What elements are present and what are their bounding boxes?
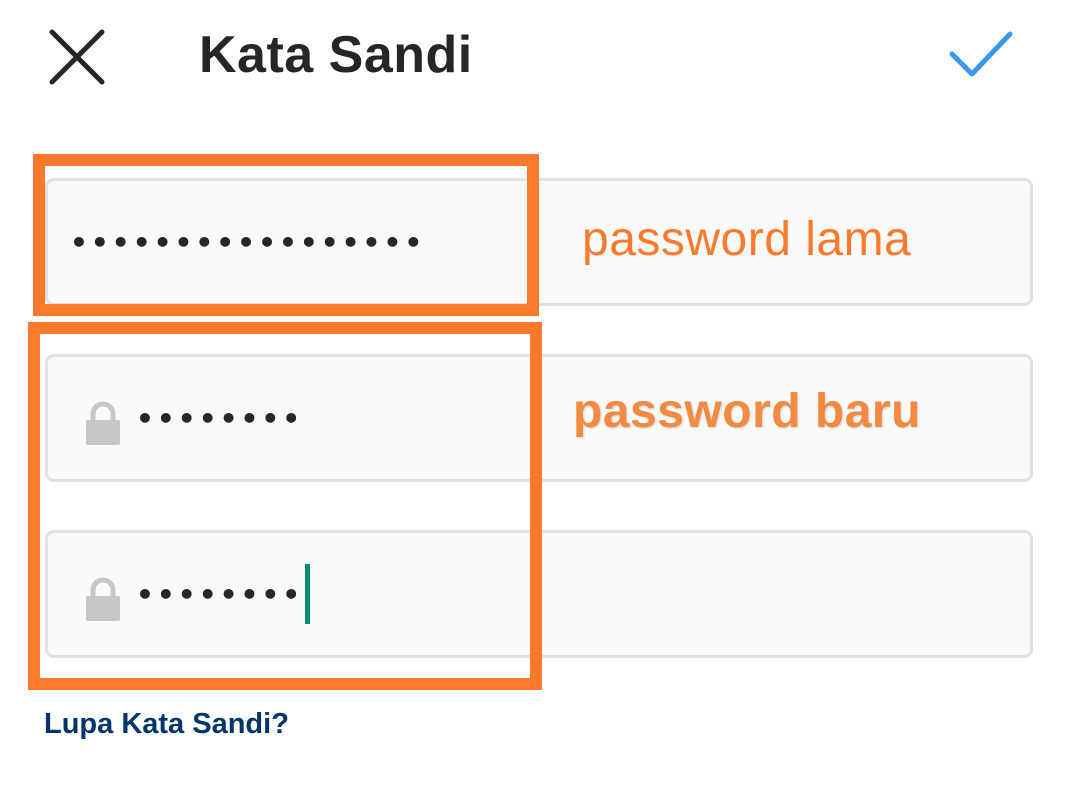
annotation-label-new-password: password baru	[573, 385, 921, 438]
lock-icon	[86, 577, 120, 621]
text-cursor	[305, 564, 311, 624]
confirm-password-value: ••••••••	[136, 577, 304, 611]
confirm-password-row: ••••••••	[136, 533, 311, 655]
forgot-password-link[interactable]: Lupa Kata Sandi?	[44, 708, 289, 741]
checkmark-icon	[949, 31, 1013, 77]
current-password-value: •••••••••••••••••	[70, 225, 426, 259]
annotation-label-old-password: password lama	[582, 213, 912, 266]
close-icon	[49, 29, 105, 85]
new-password-value: ••••••••	[136, 401, 304, 435]
page-title: Kata Sandi	[199, 26, 473, 84]
confirm-password-field[interactable]: ••••••••	[45, 530, 1033, 658]
close-button[interactable]	[44, 24, 110, 90]
done-button[interactable]	[944, 28, 1018, 84]
lock-icon	[86, 401, 120, 445]
